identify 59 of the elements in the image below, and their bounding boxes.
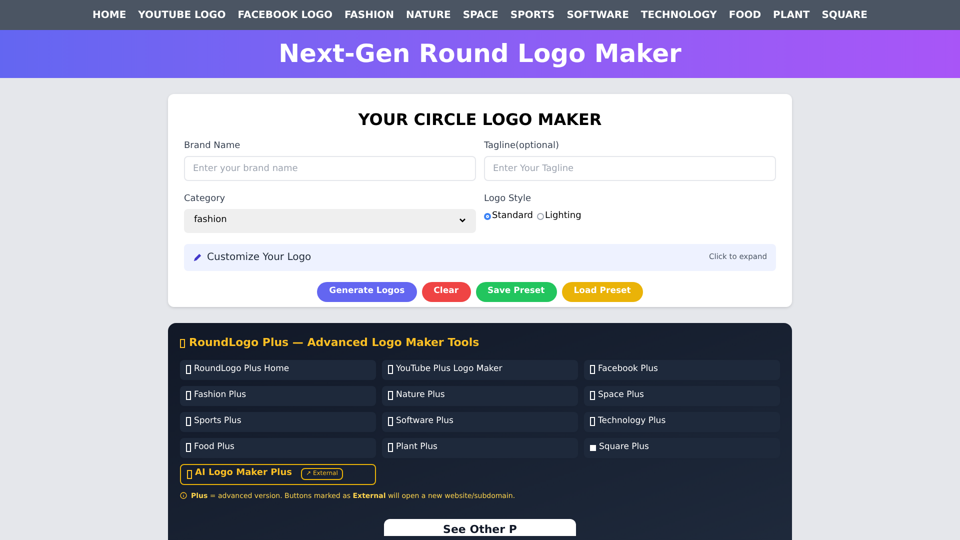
brand-name-field[interactable]: Enter your brand name xyxy=(184,156,476,181)
missing-glyph-icon xyxy=(388,365,393,374)
missing-glyph-icon xyxy=(590,417,595,426)
plus-link[interactable]: Nature Plus xyxy=(382,386,578,406)
missing-glyph-icon xyxy=(388,391,393,400)
nav-link[interactable]: PLANT xyxy=(773,8,810,22)
nav-link[interactable]: YOUTUBE LOGO xyxy=(138,8,226,22)
plus-link[interactable]: Technology Plus xyxy=(584,412,780,432)
missing-glyph-icon xyxy=(186,443,191,452)
plus-link[interactable]: YouTube Plus Logo Maker xyxy=(382,360,578,380)
panel-title: RoundLogo Plus — Advanced Logo Maker Tools xyxy=(189,335,480,351)
action-button[interactable]: Generate Logos xyxy=(317,282,417,302)
nav-link[interactable]: SPORTS xyxy=(510,8,555,22)
plus-link[interactable]: Square Plus xyxy=(584,438,780,458)
nav-link[interactable]: FOOD xyxy=(728,8,762,22)
nav-link[interactable]: FASHION xyxy=(344,8,394,22)
plus-link[interactable]: Fashion Plus xyxy=(180,386,376,406)
missing-glyph-icon xyxy=(180,338,185,348)
field-label: Brand Name xyxy=(184,140,242,153)
missing-glyph-icon xyxy=(186,391,191,400)
plus-link[interactable]: Facebook Plus xyxy=(584,360,780,380)
nav-link[interactable]: HOME xyxy=(92,8,126,22)
nav-link[interactable]: TECHNOLOGY xyxy=(640,8,717,22)
tagline-field[interactable]: Enter Your Tagline xyxy=(484,156,776,181)
nav-link[interactable]: SOFTWARE xyxy=(566,8,629,22)
page-title: Next-Gen Round Logo Maker xyxy=(278,38,682,70)
missing-glyph-icon xyxy=(590,365,595,374)
missing-glyph-icon xyxy=(388,443,393,452)
missing-glyph-icon xyxy=(186,417,191,426)
radio-button[interactable] xyxy=(536,212,544,220)
plus-link[interactable]: Plant Plus xyxy=(382,438,578,458)
plus-link[interactable]: Space Plus xyxy=(584,386,780,406)
plus-link[interactable]: Sports Plus xyxy=(180,412,376,432)
missing-glyph-icon xyxy=(388,417,393,426)
action-button[interactable]: Clear xyxy=(422,282,471,302)
missing-glyph-icon xyxy=(186,365,191,374)
info-icon xyxy=(180,492,187,500)
nav-link[interactable]: FACEBOOK LOGO xyxy=(238,8,332,22)
card-title: YOUR CIRCLE LOGO MAKER xyxy=(357,109,603,131)
plus-link[interactable]: Food Plus xyxy=(180,438,376,458)
customize-label: Customize Your Logo xyxy=(207,250,312,264)
nav-link[interactable]: NATURE xyxy=(406,8,451,22)
chevron-down-icon xyxy=(459,218,466,223)
field-label: Category xyxy=(184,193,226,206)
card-title: See Other P xyxy=(443,523,517,536)
plus-link[interactable]: RoundLogo Plus Home xyxy=(180,360,376,380)
nav-link[interactable]: SPACE xyxy=(462,8,498,22)
field-label: Logo Style xyxy=(484,193,532,206)
nav-link[interactable]: SQUARE xyxy=(822,8,868,22)
missing-glyph-icon xyxy=(590,391,595,400)
pencil-icon xyxy=(193,252,202,262)
missing-glyph-icon xyxy=(187,470,192,478)
radio-option[interactable]: Lighting xyxy=(536,210,582,223)
category-select[interactable]: fashion xyxy=(184,208,476,232)
plus-link[interactable]: Software Plus xyxy=(382,412,578,432)
radio-button[interactable] xyxy=(484,212,491,220)
radio-option[interactable]: Standard xyxy=(484,210,533,223)
field-label: Tagline(optional) xyxy=(484,140,560,153)
square-icon xyxy=(590,444,596,450)
